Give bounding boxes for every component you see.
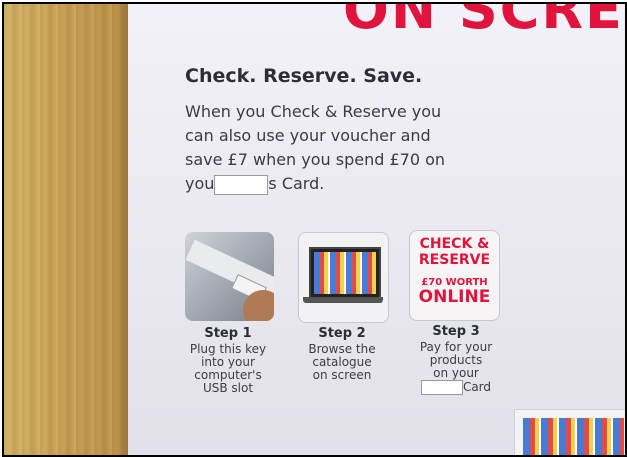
paragraph-line: you s Card. <box>185 172 505 196</box>
step-desc-tail: Card <box>462 380 492 394</box>
step-3-title: Step 3 <box>432 324 480 339</box>
step-desc-line: on screen <box>312 368 372 382</box>
check-reserve-badge: CHECK & RESERVE £70 WORTH ONLINE <box>409 230 500 321</box>
paragraph-line: When you Check & Reserve you <box>185 102 442 121</box>
laptop-catalogue-image <box>298 232 389 323</box>
body-paragraph: When you Check & Reserve you can also us… <box>185 100 505 196</box>
photo-frame: ON SCREE Check. Reserve. Save. When you … <box>2 2 627 457</box>
usb-photo-image <box>185 232 274 321</box>
paragraph-text: you <box>185 174 215 193</box>
banner-title: ON SCREE <box>343 2 625 41</box>
catalogue-grid <box>314 252 376 294</box>
step-2-description: Browse the catalogue on screen <box>292 343 392 382</box>
paragraph-line: save £7 when you spend £70 on <box>185 150 446 169</box>
laptop-base <box>303 297 383 303</box>
badge-line: CHECK & <box>419 236 490 252</box>
paragraph-line: can also use your voucher and <box>185 126 431 145</box>
step-1-description: Plug this key into your computer's USB s… <box>178 343 278 395</box>
redaction-box <box>214 174 269 195</box>
paragraph-text: s Card. <box>268 174 325 193</box>
corner-leaflet-image <box>514 409 625 455</box>
catalogue-grid <box>523 418 624 455</box>
step-desc-line: Card <box>406 380 506 395</box>
step-1-title: Step 1 <box>204 326 252 341</box>
badge-line: ONLINE <box>418 287 491 307</box>
laptop-screen <box>309 247 381 299</box>
badge-line: RESERVE <box>418 252 491 268</box>
step-desc-line: on your <box>433 366 479 380</box>
step-3-description: Pay for your products on your Card <box>406 341 506 395</box>
redaction-box <box>420 380 463 395</box>
step-2-title: Step 2 <box>318 326 366 341</box>
step-desc-line: USB slot <box>202 381 254 395</box>
headline: Check. Reserve. Save. <box>185 65 423 87</box>
